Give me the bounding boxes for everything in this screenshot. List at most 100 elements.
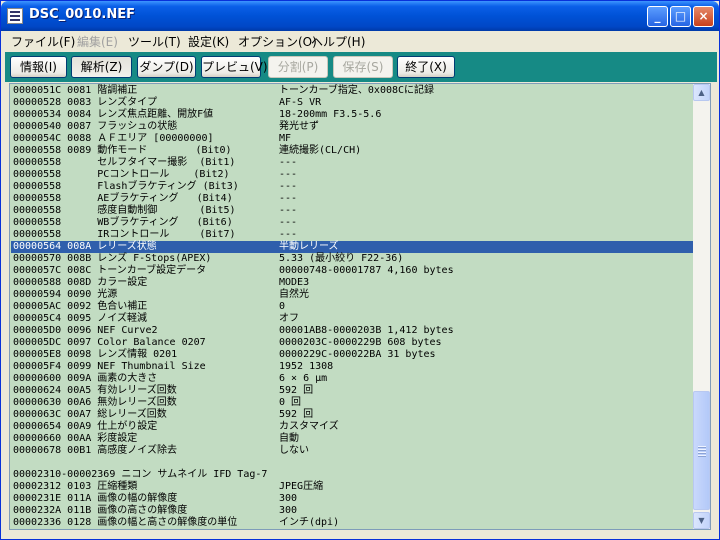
list-row[interactable]: 00000660 00AA 彩度設定 自動 xyxy=(11,433,693,445)
row-tag: 0000231E 011A 画像の幅の解像度 xyxy=(13,493,178,504)
list-row[interactable]: 00000678 00B1 高感度ノイズ除去 しない xyxy=(11,445,693,457)
close-button[interactable]: × xyxy=(693,6,714,27)
maximize-button[interactable]: □ xyxy=(670,6,691,27)
app-icon[interactable] xyxy=(7,8,23,24)
row-value: 00001AB8-0000203B 1,412 bytes xyxy=(279,325,454,336)
row-value: MF xyxy=(279,133,292,144)
list-row[interactable]: 00000624 00A5 有効レリーズ回数 592 回 xyxy=(11,385,693,397)
menu-item[interactable]: ツール(T) xyxy=(128,33,181,50)
row-tag: 00000630 00A6 無効レリーズ回数 xyxy=(13,397,177,408)
row-tag: 0000057C 008C トーンカーブ設定データ xyxy=(13,265,207,276)
row-value: MODE3 xyxy=(279,277,310,288)
grip-line xyxy=(698,452,706,453)
list-row[interactable]: 00000558 WBブラケティング (Bit6) --- xyxy=(11,217,693,229)
list-row[interactable]: 000005AC 0092 色合い補正 0 xyxy=(11,301,693,313)
list-row[interactable]: 0000051C 0081 階調補正 トーンカーブ指定、0x008Cに記録 xyxy=(11,85,693,97)
analysis-rows: 0000051C 0081 階調補正 トーンカーブ指定、0x008Cに記録 0000… xyxy=(11,85,693,529)
list-row[interactable]: 00000558 Flashブラケティング (Bit3) --- xyxy=(11,181,693,193)
row-value: しない xyxy=(279,445,309,456)
scroll-down-button[interactable]: ▼ xyxy=(693,512,710,529)
row-value: AF-S VR xyxy=(279,97,322,108)
list-row[interactable]: 00000570 008B レンズ F-Stops(APEX) 5.33 (最小絞… xyxy=(11,253,693,265)
row-value: --- xyxy=(279,169,298,180)
row-tag: 00000558 セルフタイマー撮影 (Bit1) xyxy=(13,157,236,168)
list-row[interactable]: 0000054C 0088 ＡＦエリア [00000000] MF xyxy=(11,133,693,145)
list-row[interactable]: 00000600 009A 画素の大きさ 6 × 6 μm xyxy=(11,373,693,385)
list-row[interactable]: 000005E8 0098 レンズ情報 0201 0000229C-000022B… xyxy=(11,349,693,361)
row-value: 592 回 xyxy=(279,409,314,420)
row-value: 0 xyxy=(279,301,286,312)
list-row[interactable]: 00000558 0089 動作モード (Bit0) 連続撮影(CL/CH) xyxy=(11,145,693,157)
row-tag: 00002310-00002369 ニコン サムネイル IFD Tag-7 xyxy=(13,469,268,480)
row-value: カスタマイズ xyxy=(279,421,339,432)
list-row[interactable]: 00000654 00A9 仕上がり設定 カスタマイズ xyxy=(11,421,693,433)
analysis-list[interactable]: 0000051C 0081 階調補正 トーンカーブ指定、0x008Cに記録 0000… xyxy=(9,83,711,530)
list-row[interactable]: 00000630 00A6 無効レリーズ回数 0 回 xyxy=(11,397,693,409)
list-row[interactable]: 0000232A 011B 画像の高さの解像度 300 xyxy=(11,505,693,517)
list-row[interactable]: 00000534 0084 レンズ焦点距離、開放F値 18-200mm F3.5-… xyxy=(11,109,693,121)
scroll-thumb[interactable] xyxy=(693,391,710,510)
menu-item[interactable]: ヘルプ(H) xyxy=(311,33,365,50)
row-tag: 00000594 0090 光源 xyxy=(13,289,118,300)
list-row[interactable]: 000005C4 0095 ノイズ軽減 オフ xyxy=(11,313,693,325)
menu-item[interactable]: ファイル(F) xyxy=(11,33,75,50)
list-row[interactable] xyxy=(11,457,693,469)
row-value: --- xyxy=(279,217,298,228)
list-row[interactable]: 0000057C 008C トーンカーブ設定データ 00000748-000017… xyxy=(11,265,693,277)
row-tag: 00000600 009A 画素の大きさ xyxy=(13,373,158,384)
toolbar-button[interactable]: 分割(P) xyxy=(268,56,328,78)
row-tag: 00000540 0087 フラッシュの状態 xyxy=(13,121,178,132)
toolbar-button[interactable]: 終了(X) xyxy=(397,56,455,78)
row-tag: 00000558 AEブラケティング (Bit4) xyxy=(13,193,233,204)
row-tag: 000005D0 0096 NEF Curve2 xyxy=(13,325,158,336)
row-value: オフ xyxy=(279,313,299,324)
list-row[interactable]: 000005F4 0099 NEF Thumbnail Size 1952 130… xyxy=(11,361,693,373)
row-tag: 00000570 008B レンズ F-Stops(APEX) xyxy=(13,253,212,264)
list-row[interactable]: 00002312 0103 圧縮種類 JPEG圧縮 xyxy=(11,481,693,493)
scroll-up-button[interactable]: ▲ xyxy=(693,84,710,101)
list-row[interactable]: 0000063C 00A7 総レリーズ回数 592 回 xyxy=(11,409,693,421)
grip-line xyxy=(698,449,706,450)
toolbar-button[interactable]: 情報(I) xyxy=(10,56,67,78)
list-row[interactable]: 00000558 セルフタイマー撮影 (Bit1) --- xyxy=(11,157,693,169)
list-row[interactable]: 00000558 IRコントロール (Bit7) --- xyxy=(11,229,693,241)
minimize-button[interactable]: _ xyxy=(647,6,668,27)
row-value: 自然光 xyxy=(279,289,309,300)
title-bar[interactable]: DSC_0010.NEF _ □ × xyxy=(1,1,719,31)
list-row[interactable]: 00000594 0090 光源 自然光 xyxy=(11,289,693,301)
vertical-scrollbar[interactable]: ▲ ▼ xyxy=(693,84,710,529)
row-tag: 00000534 0084 レンズ焦点距離、開放F値 xyxy=(13,109,214,120)
row-tag: 00002336 0128 画像の幅と高さの解像度の単位 xyxy=(13,517,238,528)
menu-item[interactable]: オプション(O) xyxy=(238,33,317,50)
row-tag: 0000063C 00A7 総レリーズ回数 xyxy=(13,409,167,420)
row-value: 発光せず xyxy=(279,121,319,132)
menu-item[interactable]: 編集(E) xyxy=(77,33,118,50)
list-row[interactable]: 00000558 AEブラケティング (Bit4) --- xyxy=(11,193,693,205)
list-row[interactable]: 00002336 0128 画像の幅と高さの解像度の単位 インチ(dpi) xyxy=(11,517,693,529)
toolbar: 情報(I) 解析(Z) ダンプ(D) プレビュ(V) 分割(P) 保存(S) 終了(X) xyxy=(5,52,717,82)
list-row[interactable]: 0000231E 011A 画像の幅の解像度 300 xyxy=(11,493,693,505)
row-value: 300 xyxy=(279,493,298,504)
toolbar-button[interactable]: 解析(Z) xyxy=(71,56,132,78)
row-tag: 00000528 0083 レンズタイプ xyxy=(13,97,158,108)
row-tag: 00000558 PCコントロール (Bit2) xyxy=(13,169,230,180)
list-row[interactable]: 00000540 0087 フラッシュの状態 発光せず xyxy=(11,121,693,133)
row-value: JPEG圧縮 xyxy=(279,481,324,492)
list-row[interactable]: 00000558 感度自動制御 (Bit5) --- xyxy=(11,205,693,217)
row-tag: 00000588 008D カラー設定 xyxy=(13,277,148,288)
row-value: --- xyxy=(279,229,298,240)
window-title: DSC_0010.NEF xyxy=(29,7,135,22)
toolbar-button[interactable]: ダンプ(D) xyxy=(137,56,196,78)
list-row[interactable]: 00000564 008A レリーズ状態 半動レリーズ xyxy=(11,241,693,253)
list-row[interactable]: 00000558 PCコントロール (Bit2) --- xyxy=(11,169,693,181)
list-row[interactable]: 000005DC 0097 Color Balance 0207 0000203C… xyxy=(11,337,693,349)
list-row[interactable]: 000005D0 0096 NEF Curve2 00001AB8-0000203… xyxy=(11,325,693,337)
grip-line xyxy=(698,455,706,456)
list-row[interactable]: 00002310-00002369 ニコン サムネイル IFD Tag-7 xyxy=(11,469,693,481)
menu-item[interactable]: 設定(K) xyxy=(188,33,229,50)
toolbar-button[interactable]: プレビュ(V) xyxy=(201,56,268,78)
list-row[interactable]: 00000528 0083 レンズタイプ AF-S VR xyxy=(11,97,693,109)
row-tag: 00000558 0089 動作モード (Bit0) xyxy=(13,145,232,156)
list-row[interactable]: 00000588 008D カラー設定 MODE3 xyxy=(11,277,693,289)
toolbar-button[interactable]: 保存(S) xyxy=(333,56,393,78)
